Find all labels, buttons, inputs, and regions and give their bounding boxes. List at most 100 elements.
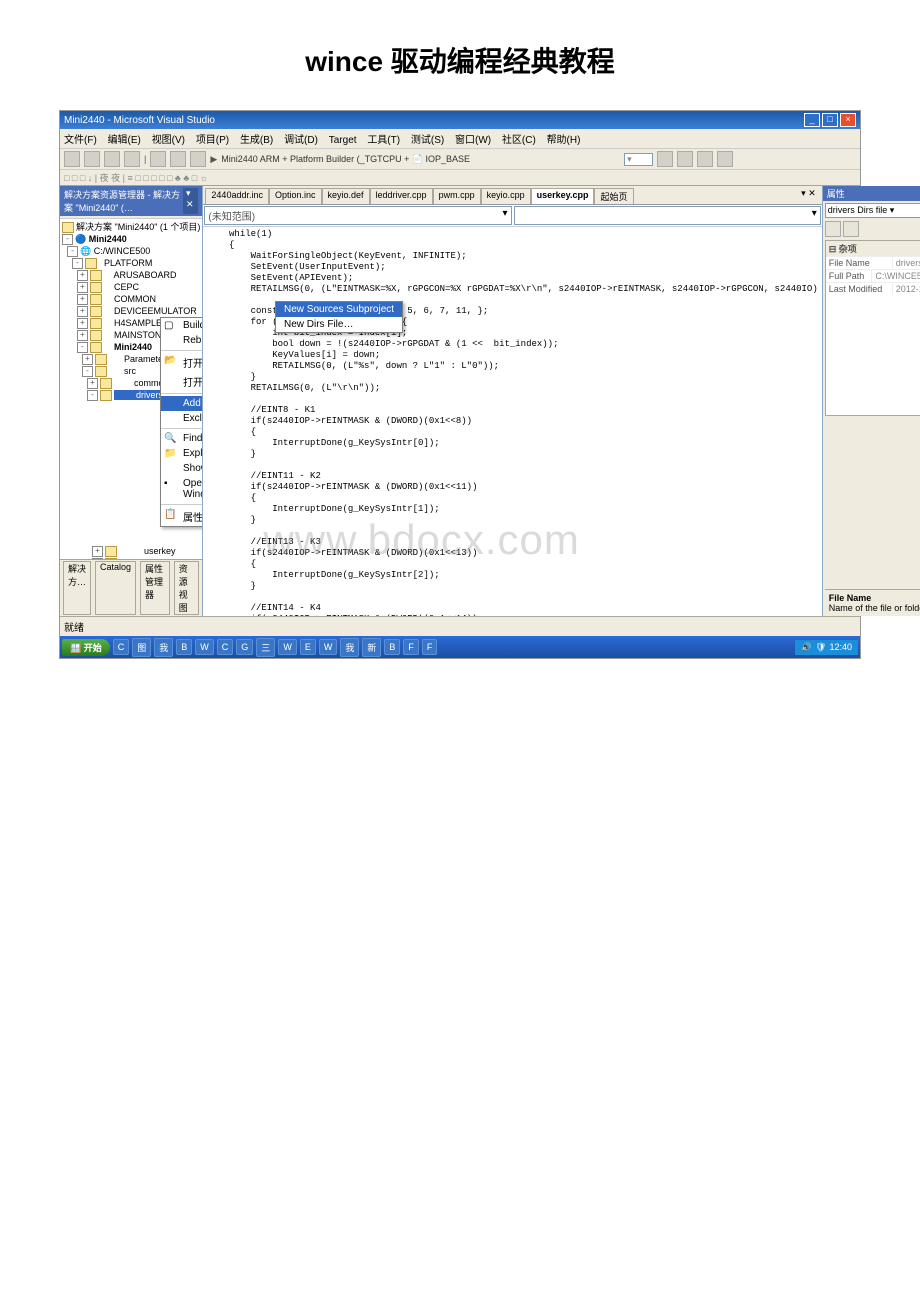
ctx-buildwin[interactable]: ▪Open Build Window: [161, 476, 202, 502]
toolbar-icon[interactable]: [657, 151, 673, 167]
editor-tab[interactable]: leddriver.cpp: [370, 188, 433, 204]
ctx-favorites[interactable]: Show in Favorites: [161, 461, 202, 476]
taskbar-button[interactable]: W: [319, 639, 338, 655]
toolbar-icon[interactable]: [190, 151, 206, 167]
editor-tab[interactable]: keyio.def: [322, 188, 370, 204]
submenu-new-dirs[interactable]: New Dirs File…: [276, 317, 402, 332]
ctx-find[interactable]: 🔍Find in Files…: [161, 431, 202, 446]
tab-solution[interactable]: 解决方…: [63, 561, 91, 615]
prop-row[interactable]: Last Modified2012-11-2 12:35: [826, 282, 920, 295]
tree-node[interactable]: DEVICEEMULATOR: [104, 306, 197, 316]
tree-node[interactable]: userkey: [119, 546, 176, 556]
scope-dropdown-right[interactable]: ▾: [514, 206, 821, 225]
prop-categorized-icon[interactable]: [825, 221, 841, 237]
context-submenu[interactable]: New Sources Subproject New Dirs File…: [275, 301, 403, 333]
taskbar[interactable]: 🪟 开始 C 图 我 B W C G 三 W E W 我 新 B F F 🔊 🛡…: [60, 636, 860, 658]
menu-target[interactable]: Target: [329, 135, 357, 146]
taskbar-button[interactable]: E: [300, 639, 316, 655]
taskbar-button[interactable]: 我: [340, 638, 359, 657]
toolbar-icon[interactable]: [124, 151, 140, 167]
ctx-open[interactable]: 📂打开(O): [161, 353, 202, 372]
tree-root[interactable]: 解决方案 "Mini2440" (1 个项目): [76, 222, 200, 232]
menu-tools[interactable]: 工具(T): [367, 135, 400, 146]
tree-node[interactable]: ARUSABOARD: [104, 270, 177, 280]
panel-pin-close[interactable]: ▾ ✕: [183, 188, 198, 214]
system-tray[interactable]: 🔊 🛡 12:40: [795, 640, 858, 655]
properties-grid[interactable]: ⊟ 杂项 File Namedrivers Full PathC:\WINCE5…: [825, 240, 920, 416]
toolbar-main[interactable]: | ▶ Mini2440 ARM + Platform Builder (_TG…: [60, 149, 860, 170]
menu-edit[interactable]: 编辑(E): [108, 135, 141, 146]
toolbar-breadcrumb[interactable]: Mini2440 ARM + Platform Builder (_TGTCPU…: [221, 154, 470, 165]
editor-tab-active[interactable]: userkey.cpp: [531, 188, 595, 204]
start-button[interactable]: 🪟 开始: [62, 639, 110, 656]
taskbar-button[interactable]: C: [217, 639, 234, 655]
taskbar-button[interactable]: F: [422, 639, 438, 655]
left-bottom-tabs[interactable]: 解决方… Catalog 属性管理器 资源视图: [60, 559, 202, 616]
tree-node[interactable]: C:/WINCE500: [94, 246, 151, 256]
taskbar-button[interactable]: C: [113, 639, 130, 655]
tree-node[interactable]: src: [109, 366, 136, 376]
maximize-button[interactable]: □: [822, 113, 838, 127]
properties-object-dropdown[interactable]: drivers Dirs file ▾: [825, 203, 920, 218]
taskbar-button[interactable]: W: [195, 639, 214, 655]
tray-icon[interactable]: 🛡: [815, 642, 826, 653]
menu-project[interactable]: 项目(P): [196, 135, 229, 146]
menu-build[interactable]: 生成(B): [240, 135, 273, 146]
editor-tab[interactable]: Option.inc: [269, 188, 322, 204]
taskbar-button[interactable]: 图: [132, 638, 151, 657]
menu-window[interactable]: 窗口(W): [455, 135, 491, 146]
menu-community[interactable]: 社区(C): [502, 135, 536, 146]
ctx-properties[interactable]: 📋属性(R): [161, 507, 202, 526]
tree-node[interactable]: wavedev: [119, 558, 180, 559]
menu-view[interactable]: 视图(V): [152, 135, 185, 146]
toolbar-icon[interactable]: [697, 151, 713, 167]
toolbar-icon[interactable]: [104, 151, 120, 167]
ctx-open-with[interactable]: 打开方式(N)…: [161, 372, 202, 391]
tray-clock[interactable]: 12:40: [829, 642, 852, 652]
tab-catalog[interactable]: Catalog: [95, 561, 136, 615]
taskbar-button[interactable]: G: [236, 639, 253, 655]
ctx-explore[interactable]: 📁Explore: [161, 446, 202, 461]
tree-node[interactable]: PLATFORM: [99, 258, 152, 268]
menu-file[interactable]: 文件(F): [64, 135, 97, 146]
minimize-button[interactable]: _: [804, 113, 820, 127]
taskbar-button[interactable]: B: [384, 639, 400, 655]
ctx-build[interactable]: ▢Build: [161, 318, 202, 333]
tab-resview[interactable]: 资源视图: [174, 561, 200, 615]
tree-node[interactable]: Mini2440: [104, 342, 152, 352]
code-editor[interactable]: while(1) { WaitForSingleObject(KeyEvent,…: [203, 227, 821, 616]
toolbar-icon[interactable]: [64, 151, 80, 167]
editor-tab[interactable]: pwm.cpp: [433, 188, 481, 204]
taskbar-button[interactable]: W: [278, 639, 297, 655]
scope-dropdown-left[interactable]: (未知范围)▾: [204, 206, 511, 225]
prop-row[interactable]: File Namedrivers: [826, 256, 920, 269]
editor-tab[interactable]: 起始页: [594, 188, 633, 204]
toolbar-secondary[interactable]: □ □ □ ↓ | 夜 夜 | ≡ □ □ □ □ □ ♣ ♣ □ ☼: [60, 170, 860, 186]
ctx-add[interactable]: Add: [161, 396, 202, 411]
properties-toolbar[interactable]: [825, 221, 920, 239]
tray-icon[interactable]: 🔊: [801, 642, 812, 653]
prop-row[interactable]: Full PathC:\WINCE500\PLATF: [826, 269, 920, 282]
tab-propmgr[interactable]: 属性管理器: [140, 561, 170, 615]
editor-scope-bar[interactable]: (未知范围)▾ ▾: [203, 205, 821, 227]
tree-node[interactable]: H4SAMPLE: [104, 318, 162, 328]
editor-tab[interactable]: keyio.cpp: [481, 188, 531, 204]
menu-help[interactable]: 帮助(H): [547, 135, 581, 146]
solution-tree[interactable]: 解决方案 "Mini2440" (1 个项目) 🔵 Mini2440 🌐 C:/…: [60, 219, 202, 559]
menu-test[interactable]: 测试(S): [411, 135, 444, 146]
editor-tabs[interactable]: 2440addr.inc Option.inc keyio.def leddri…: [203, 186, 821, 205]
toolbar-icon[interactable]: [84, 151, 100, 167]
tree-node[interactable]: CEPC: [104, 282, 139, 292]
menu-bar[interactable]: 文件(F) 编辑(E) 视图(V) 项目(P) 生成(B) 调试(D) Targ…: [60, 129, 860, 149]
taskbar-button[interactable]: B: [176, 639, 192, 655]
taskbar-button[interactable]: 新: [362, 638, 381, 657]
tree-node[interactable]: COMMON: [104, 294, 156, 304]
toolbar-icon[interactable]: [677, 151, 693, 167]
ctx-rebuild[interactable]: Rebuild: [161, 333, 202, 348]
taskbar-button[interactable]: 我: [154, 638, 173, 657]
editor-tab[interactable]: 2440addr.inc: [205, 188, 269, 204]
toolbar-icon[interactable]: [717, 151, 733, 167]
submenu-new-sources[interactable]: New Sources Subproject: [276, 302, 402, 317]
close-button[interactable]: ×: [840, 113, 856, 127]
tab-close-icon[interactable]: ▾ ✕: [797, 188, 820, 204]
